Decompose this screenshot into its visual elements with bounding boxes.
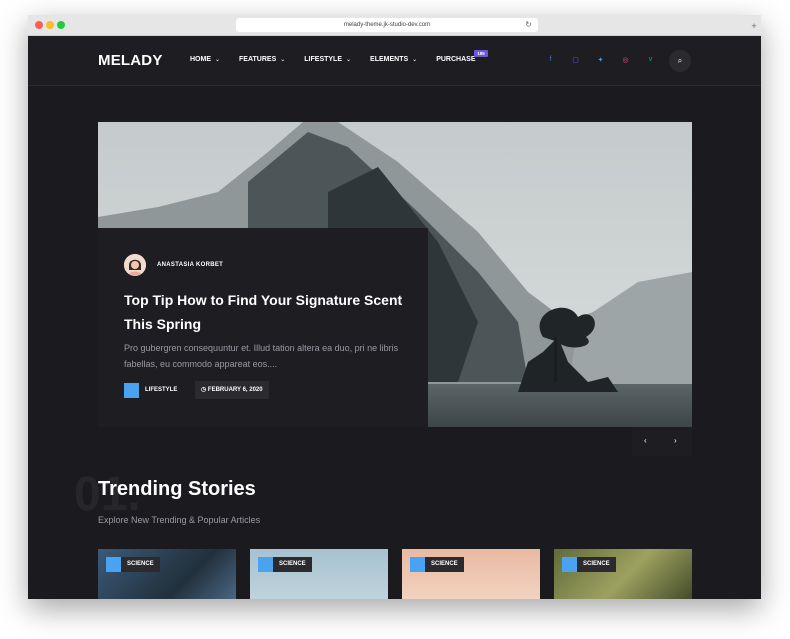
- purchase-badge: 185: [474, 50, 488, 57]
- card-category[interactable]: SCIENCE: [425, 557, 464, 572]
- post-title[interactable]: Top Tip How to Find Your Signature Scent…: [124, 288, 414, 336]
- avatar-portrait-image: [124, 254, 146, 276]
- author-name[interactable]: ANASTASIA KORBET: [157, 262, 223, 268]
- main-nav: HOME ⌄ FEATURES ⌄ LIFESTYLE ⌄ ELEMENTS ⌄ PUR…: [190, 50, 495, 63]
- category-color-marker: [258, 557, 273, 572]
- category-color-marker: [124, 383, 139, 398]
- nav-item-features[interactable]: FEATURES ⌄: [239, 56, 285, 63]
- search-icon: ⌕: [677, 56, 683, 65]
- browser-window: melady-theme.jk-studio-dev.com ↻ + MELAD…: [28, 15, 761, 599]
- chevron-down-icon: ⌄: [280, 57, 286, 63]
- dribbble-icon[interactable]: ◎: [613, 56, 638, 64]
- search-button[interactable]: ⌕: [669, 50, 691, 72]
- post-date-text: FEBRUARY 6, 2020: [207, 387, 263, 393]
- category-color-marker: [106, 557, 121, 572]
- nav-item-elements[interactable]: ELEMENTS ⌄: [370, 56, 417, 63]
- nav-item-lifestyle[interactable]: LIFESTYLE ⌄: [304, 56, 351, 63]
- reload-icon[interactable]: ↻: [525, 18, 532, 32]
- trending-cards: SCIENCE SCIENCE SCIENCE SCIENCE: [98, 549, 692, 599]
- maximize-window-button[interactable]: [57, 21, 65, 29]
- nav-label: FEATURES: [239, 56, 277, 63]
- chevron-down-icon: ⌄: [215, 57, 221, 63]
- nav-item-home[interactable]: HOME ⌄: [190, 56, 220, 63]
- card-category[interactable]: SCIENCE: [273, 557, 312, 572]
- nav-label: HOME: [190, 56, 211, 63]
- site-logo[interactable]: MELADY: [98, 52, 163, 69]
- author-avatar[interactable]: [124, 254, 146, 276]
- chevron-down-icon: ⌄: [412, 57, 418, 63]
- previous-slide-icon[interactable]: ‹: [644, 436, 647, 445]
- new-tab-icon[interactable]: +: [749, 21, 759, 31]
- card-category[interactable]: SCIENCE: [577, 557, 616, 572]
- facebook-icon[interactable]: f: [538, 56, 563, 64]
- post-excerpt: Pro gubergren consequuntur et. Illud tat…: [124, 343, 399, 369]
- section-subtitle: Explore New Trending & Popular Articles: [98, 515, 261, 525]
- trending-card[interactable]: SCIENCE: [98, 549, 236, 599]
- card-category[interactable]: SCIENCE: [121, 557, 160, 572]
- twitch-icon[interactable]: ▢: [563, 56, 588, 64]
- trending-card[interactable]: SCIENCE: [250, 549, 388, 599]
- minimize-window-button[interactable]: [46, 21, 54, 29]
- featured-post-card[interactable]: ANASTASIA KORBET Top Tip How to Find You…: [98, 228, 428, 427]
- slider-controls: ‹ ›: [632, 427, 692, 456]
- category-color-marker: [562, 557, 577, 572]
- address-bar-url: melady-theme.jk-studio-dev.com: [343, 22, 431, 28]
- address-bar[interactable]: melady-theme.jk-studio-dev.com ↻: [236, 18, 538, 32]
- site-header: MELADY HOME ⌄ FEATURES ⌄ LIFESTYLE ⌄ ELEMEN…: [28, 36, 761, 86]
- trending-card[interactable]: SCIENCE: [554, 549, 692, 599]
- browser-chrome: melady-theme.jk-studio-dev.com ↻ +: [28, 15, 761, 36]
- chevron-down-icon: ⌄: [346, 57, 352, 63]
- category-color-marker: [410, 557, 425, 572]
- post-date: ◷ FEBRUARY 6, 2020: [195, 381, 269, 399]
- nav-label: ELEMENTS: [370, 56, 409, 63]
- vine-icon[interactable]: v: [638, 56, 663, 64]
- section-title: Trending Stories: [98, 478, 256, 500]
- nav-item-purchase[interactable]: PURCHASE 185: [436, 50, 488, 63]
- close-window-button[interactable]: [35, 21, 43, 29]
- twitter-icon[interactable]: ✦: [588, 56, 613, 64]
- social-links: f ▢ ✦ ◎ v: [538, 56, 663, 64]
- trending-card[interactable]: SCIENCE: [402, 549, 540, 599]
- next-slide-icon[interactable]: ›: [674, 436, 677, 445]
- nav-label: PURCHASE: [436, 56, 476, 63]
- clock-icon: ◷: [201, 387, 208, 393]
- post-category[interactable]: LIFESTYLE: [145, 387, 177, 393]
- nav-label: LIFESTYLE: [304, 56, 343, 63]
